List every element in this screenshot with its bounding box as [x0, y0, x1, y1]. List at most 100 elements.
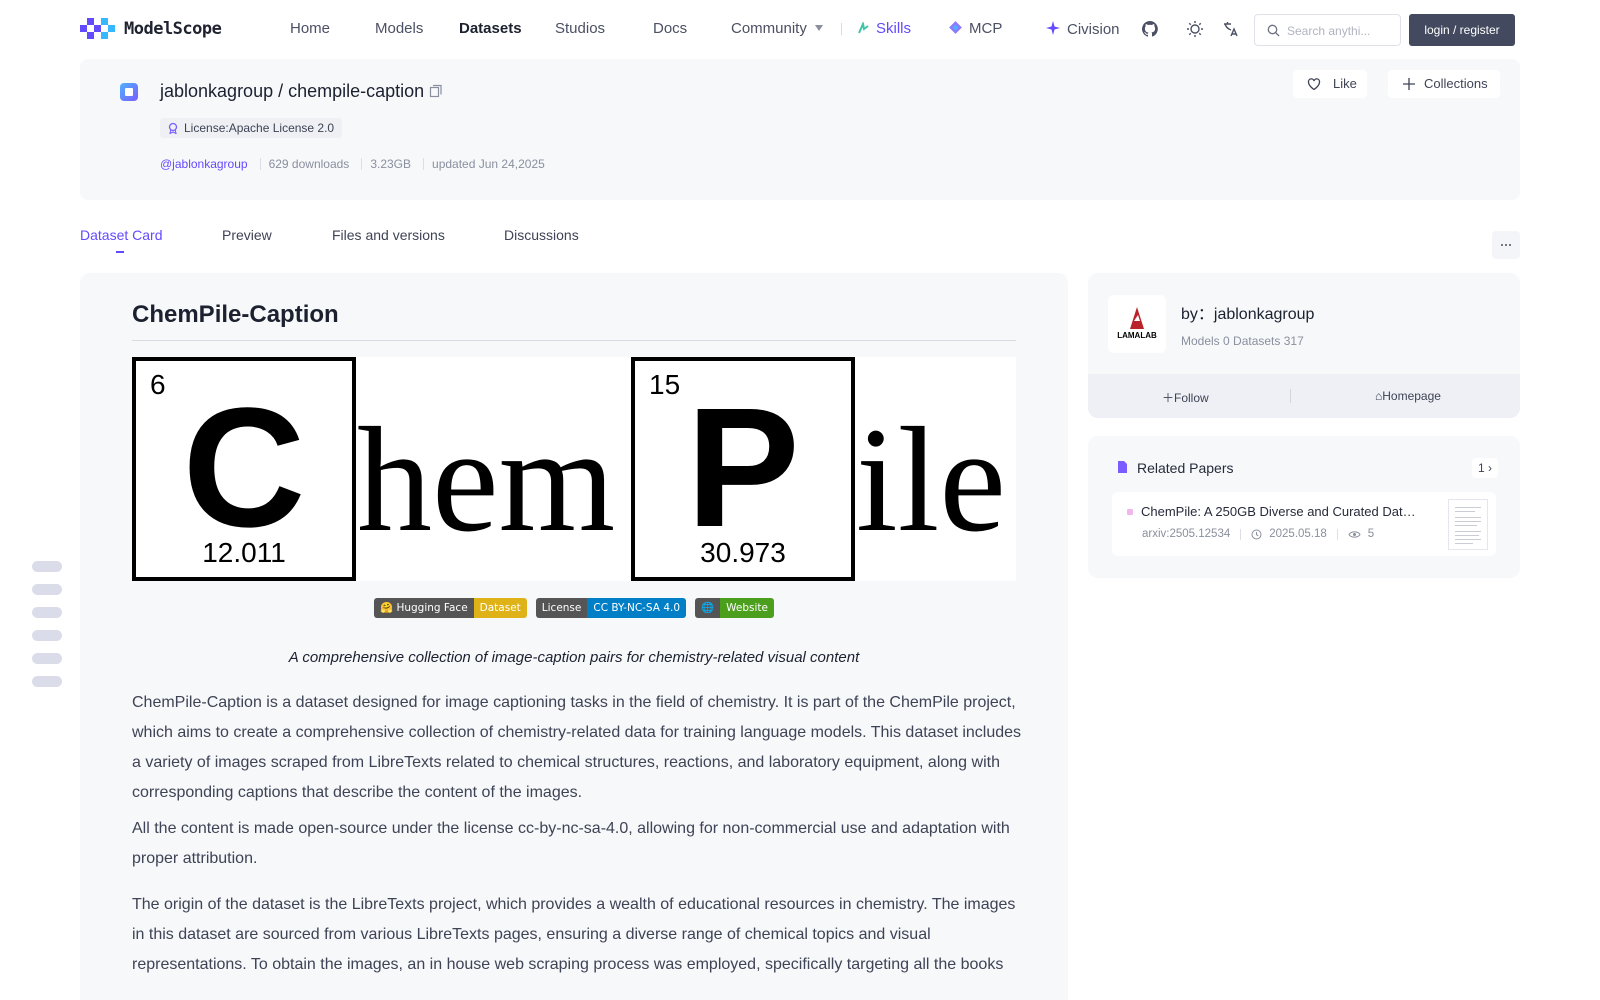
nav-mcp-label: MCP [969, 20, 1003, 37]
tab-preview[interactable]: Preview [222, 227, 272, 243]
nav-skills[interactable]: Skills [857, 20, 911, 37]
arxiv-id: arxiv:2505.12534 [1142, 528, 1231, 540]
globe-icon: 🌐 [695, 598, 721, 618]
like-label: Like [1333, 76, 1357, 91]
meta-divider [361, 158, 363, 170]
tab-files-and-versions[interactable]: Files and versions [332, 227, 445, 243]
nav-civision[interactable]: Civision [1045, 20, 1120, 38]
github-icon[interactable] [1140, 19, 1160, 39]
nav-home[interactable]: Home [290, 20, 330, 37]
theme-toggle-icon[interactable] [1185, 19, 1205, 39]
tab-discussions[interactable]: Discussions [504, 227, 579, 243]
license-badge[interactable]: License CC BY-NC-SA 4.0 [535, 598, 687, 618]
nav-civision-label: Civision [1067, 21, 1120, 38]
search-icon [1267, 24, 1280, 37]
meta-divider [423, 158, 425, 170]
plus-icon: ＋ [1162, 391, 1175, 405]
homepage-button[interactable]: ⌂Homepage [1375, 389, 1441, 403]
dataset-card-content: ChemPile-Caption 6 C 12.011 hem 15 P 30.… [80, 273, 1068, 1000]
paper-thumbnail [1448, 499, 1488, 550]
toc-item[interactable] [32, 561, 62, 572]
related-papers-title: Related Papers [1137, 460, 1234, 476]
nav-community[interactable]: Community [731, 20, 823, 37]
papers-count: 1 [1478, 461, 1485, 475]
language-icon[interactable] [1221, 19, 1241, 39]
dataset-size: 3.23GB [370, 157, 412, 171]
more-options-button[interactable] [1492, 231, 1520, 259]
nav-community-label: Community [731, 20, 807, 37]
banner-word: ile [856, 397, 1006, 563]
chempile-banner: 6 C 12.011 hem 15 P 30.973 ile [132, 357, 1016, 581]
nav-mcp[interactable]: MCP [948, 20, 1002, 37]
owner-link[interactable]: @jablonkagroup [160, 157, 248, 171]
copy-icon[interactable] [429, 84, 443, 98]
atomic-mass: 30.973 [700, 537, 786, 568]
element-tile-carbon: 6 C 12.011 [132, 357, 356, 581]
nav-skills-label: Skills [876, 20, 912, 37]
element-symbol: P [686, 373, 800, 563]
download-count: 629 downloads [268, 157, 350, 171]
huggingface-badge[interactable]: 🤗 Hugging Face Dataset [374, 598, 527, 618]
login-register-button[interactable]: login / register [1409, 14, 1515, 46]
toc-item[interactable] [32, 607, 62, 618]
toc-item[interactable] [32, 630, 62, 641]
element-symbol: C [182, 373, 306, 563]
collections-button[interactable]: Collections [1388, 70, 1500, 98]
search-input[interactable] [1287, 21, 1395, 41]
atomic-mass: 12.011 [202, 537, 286, 568]
owner-avatar[interactable]: LAMALAB [1108, 295, 1166, 353]
mcp-icon [949, 21, 962, 34]
actions-divider [1290, 389, 1291, 403]
updated-date: updated Jun 24,2025 [432, 157, 545, 171]
toc-item[interactable] [32, 676, 62, 687]
dataset-icon [120, 83, 138, 101]
clock-icon [1251, 529, 1262, 539]
plus-icon [1403, 78, 1415, 90]
logo-text: ModelScope [124, 19, 222, 39]
badge-left: 🤗 Hugging Face [374, 598, 474, 618]
follow-button[interactable]: ＋Follow [1162, 389, 1209, 406]
nav-models[interactable]: Models [375, 20, 423, 37]
badge-row: 🤗 Hugging Face Dataset License CC BY-NC-SA… [80, 598, 1068, 618]
toc-item[interactable] [32, 653, 62, 664]
like-button[interactable]: Like [1293, 70, 1367, 98]
dataset-meta: @jablonkagroup 629 downloads 3.23GB upda… [160, 157, 545, 171]
papers-count-button[interactable]: 1 › [1472, 458, 1498, 478]
paper-list-item[interactable]: ChemPile: A 250GB Diverse and Curated Da… [1112, 492, 1496, 556]
toc-item[interactable] [32, 584, 62, 595]
website-badge[interactable]: 🌐 Website [695, 598, 774, 618]
modelscope-logo[interactable]: ModelScope [80, 18, 222, 40]
search-box[interactable] [1254, 14, 1401, 46]
follow-label: Follow [1174, 391, 1209, 405]
origin-paragraph: The origin of the dataset is the LibreTe… [132, 896, 1016, 973]
table-of-contents-nav[interactable] [32, 561, 62, 699]
homepage-label: Homepage [1382, 389, 1441, 403]
tab-dataset-card[interactable]: Dataset Card [80, 227, 162, 243]
owner-actions: ＋Follow ⌂Homepage [1088, 374, 1520, 418]
nav-docs[interactable]: Docs [653, 20, 687, 37]
license-tag[interactable]: License:Apache License 2.0 [160, 118, 343, 138]
sparkle-icon [1046, 21, 1060, 35]
badge-right: Website [720, 598, 774, 618]
paper-icon [1118, 461, 1127, 473]
paper-title[interactable]: ChemPile: A 250GB Diverse and Curated Da… [1141, 504, 1421, 519]
lamalab-logo-icon: LAMALAB [1117, 307, 1157, 340]
badge-right: Dataset [473, 598, 527, 618]
license-icon [168, 122, 178, 134]
active-tab-indicator [116, 251, 124, 253]
owner-name[interactable]: by：jablonkagroup [1181, 300, 1314, 324]
paper-views: 5 [1367, 528, 1375, 540]
nav-datasets[interactable]: Datasets [459, 20, 522, 37]
banner-word: hem [357, 397, 616, 563]
caret-down-icon [814, 25, 823, 31]
paper-meta: arxiv:2505.12534 2025.05.18 5 [1142, 528, 1374, 540]
nav-studios[interactable]: Studios [555, 20, 605, 37]
chevron-right-icon: › [1484, 461, 1493, 475]
meta-divider [259, 158, 261, 170]
top-navigation: ModelScope Home Models Datasets Studios … [0, 0, 1600, 58]
badge-right: CC BY-NC-SA 4.0 [587, 598, 687, 618]
owner-stats: Models 0 Datasets 317 [1181, 334, 1304, 348]
owner-card: LAMALAB by：jablonkagroup Models 0 Datase… [1088, 273, 1520, 418]
collections-label: Collections [1424, 76, 1488, 91]
license-label: License:Apache License 2.0 [184, 121, 335, 135]
